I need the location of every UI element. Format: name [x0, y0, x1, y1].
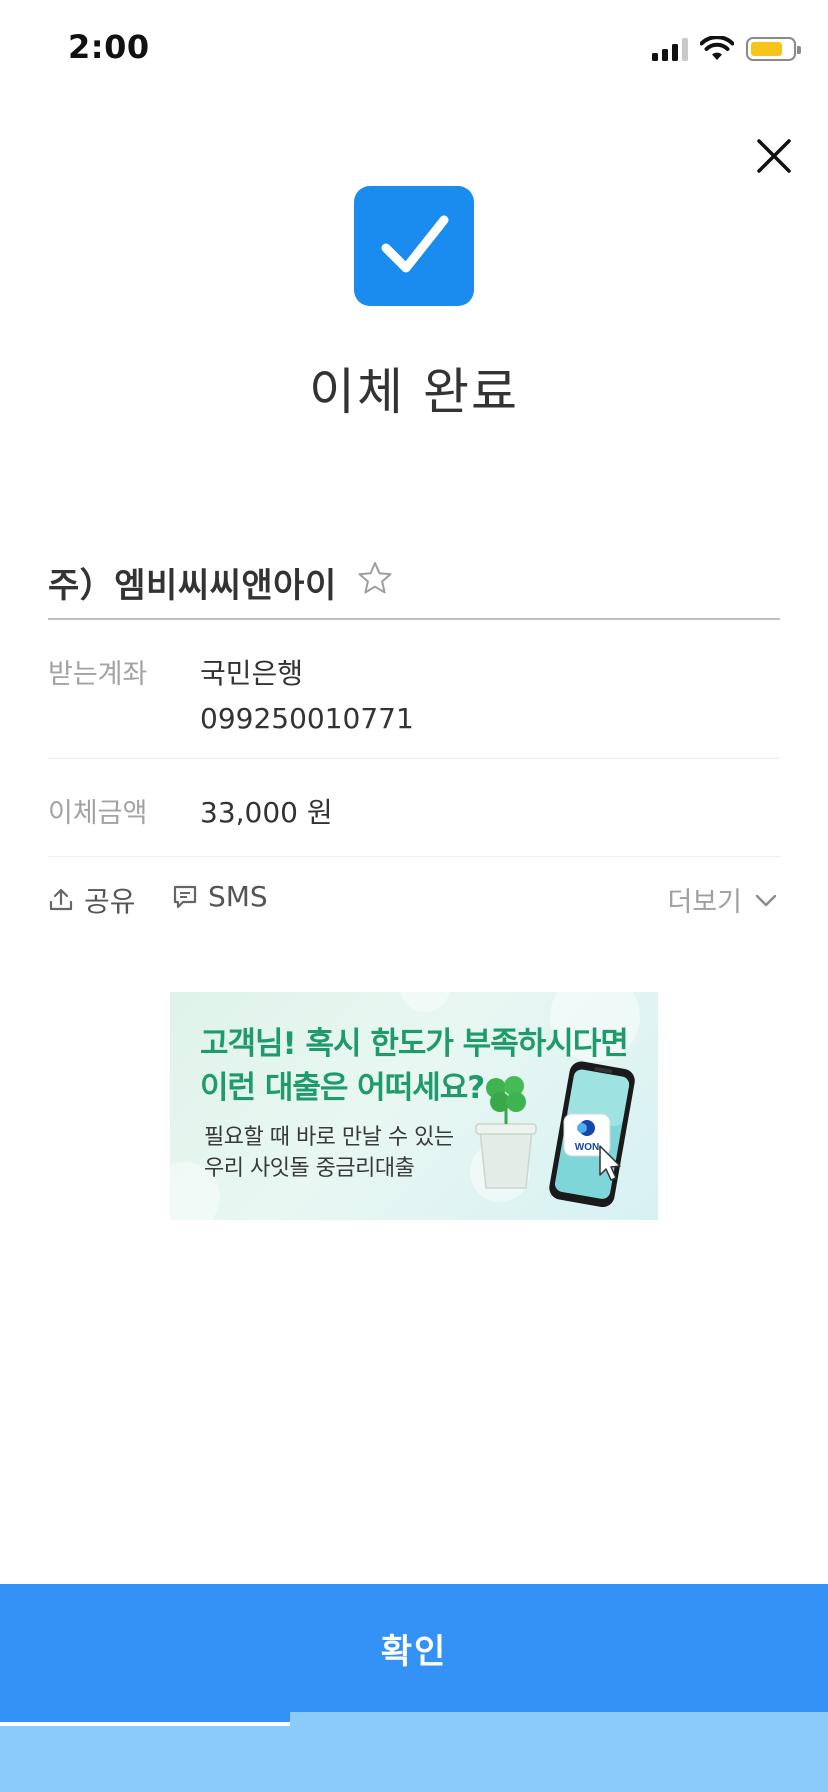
page-title: 이체 완료 — [309, 363, 519, 421]
loan-ad-banner[interactable]: 고객님! 혹시 한도가 부족하시다면 이런 대출은 어떠세요? 필요할 때 바로… — [170, 992, 658, 1220]
share-label: 공유 — [84, 885, 136, 918]
amount-row: 이체금액 33,000 원 — [48, 759, 780, 857]
confirm-button[interactable]: 확인 — [0, 1584, 828, 1712]
status-bar: 2:00 — [0, 0, 828, 100]
battery-icon — [746, 37, 801, 61]
status-icons — [652, 34, 801, 64]
status-time: 2:00 — [68, 28, 150, 66]
progress-line — [0, 1722, 290, 1726]
confirm-label: 확인 — [380, 1631, 448, 1672]
action-bar: 공유 SMS 더보기 — [48, 880, 780, 930]
chevron-down-icon — [755, 894, 777, 906]
sms-button[interactable]: SMS — [172, 880, 268, 913]
account-label: 받는계좌 — [48, 659, 148, 690]
banner-sub-line1: 필요할 때 바로 만날 수 있는 — [204, 1125, 454, 1150]
payee-row: 주）엠비씨씨앤아이 — [48, 558, 780, 620]
message-icon — [173, 885, 197, 908]
phone-clover-illustration: WON — [475, 1061, 635, 1208]
banner-sub-line2: 우리 사잇돌 중금리대출 — [204, 1156, 415, 1181]
progress-bar — [0, 1712, 828, 1792]
share-icon — [49, 888, 73, 911]
close-icon — [757, 139, 791, 173]
won-badge-text: WON — [575, 1142, 599, 1153]
sms-label: SMS — [208, 880, 268, 913]
favorite-star-icon[interactable] — [357, 560, 393, 596]
amount-label: 이체금액 — [48, 798, 148, 829]
success-check-badge — [354, 186, 474, 306]
bank-name: 국민은행 — [200, 657, 304, 690]
account-number: 099250010771 — [200, 702, 414, 735]
more-label: 더보기 — [667, 887, 742, 918]
checkmark-icon — [381, 215, 449, 273]
more-button[interactable]: 더보기 — [667, 880, 780, 919]
payee-name: 주）엠비씨씨앤아이 — [48, 566, 337, 606]
signal-icon — [652, 37, 688, 61]
banner-subtext: 필요할 때 바로 만날 수 있는 우리 사잇돌 중금리대출 — [204, 1122, 464, 1184]
transfer-amount: 33,000 원 — [200, 796, 333, 829]
close-button[interactable] — [754, 136, 794, 176]
share-button[interactable]: 공유 — [48, 880, 136, 920]
wifi-icon — [700, 36, 734, 60]
account-row: 받는계좌 국민은행 099250010771 — [48, 620, 780, 759]
